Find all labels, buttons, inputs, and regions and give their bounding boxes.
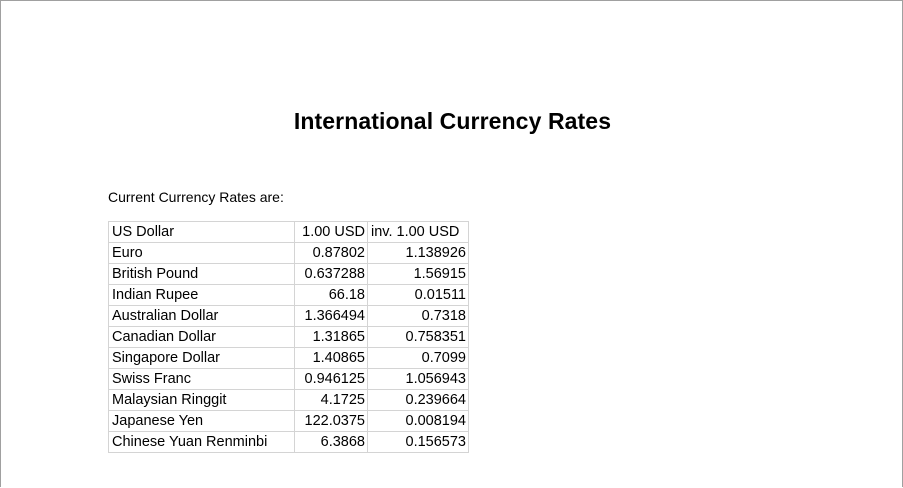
- table-row: Euro 0.87802 1.138926: [108, 242, 469, 264]
- table-row: British Pound 0.637288 1.56915: [108, 263, 469, 285]
- inverse-cell: 0.758351: [367, 326, 469, 348]
- rate-cell: 6.3868: [294, 431, 368, 453]
- currency-cell: Malaysian Ringgit: [108, 389, 295, 411]
- inverse-cell: 1.138926: [367, 242, 469, 264]
- currency-cell: Australian Dollar: [108, 305, 295, 327]
- header-inverse: inv. 1.00 USD: [367, 221, 469, 243]
- currency-cell: Canadian Dollar: [108, 326, 295, 348]
- rate-cell: 4.1725: [294, 389, 368, 411]
- inverse-cell: 0.008194: [367, 410, 469, 432]
- inverse-cell: 1.056943: [367, 368, 469, 390]
- rate-cell: 122.0375: [294, 410, 368, 432]
- inverse-cell: 0.7318: [367, 305, 469, 327]
- inverse-cell: 0.156573: [367, 431, 469, 453]
- inverse-cell: 0.7099: [367, 347, 469, 369]
- currency-cell: Japanese Yen: [108, 410, 295, 432]
- rate-cell: 0.637288: [294, 263, 368, 285]
- table-row: Singapore Dollar 1.40865 0.7099: [108, 347, 469, 369]
- currency-cell: Indian Rupee: [108, 284, 295, 306]
- table-row: Swiss Franc 0.946125 1.056943: [108, 368, 469, 390]
- currency-rates-table: US Dollar 1.00 USD inv. 1.00 USD Euro 0.…: [108, 221, 469, 453]
- table-header-row: US Dollar 1.00 USD inv. 1.00 USD: [108, 221, 469, 243]
- rate-cell: 0.946125: [294, 368, 368, 390]
- currency-cell: Swiss Franc: [108, 368, 295, 390]
- inverse-cell: 0.239664: [367, 389, 469, 411]
- intro-text: Current Currency Rates are:: [108, 189, 284, 205]
- rate-cell: 0.87802: [294, 242, 368, 264]
- header-rate: 1.00 USD: [294, 221, 368, 243]
- rate-cell: 1.40865: [294, 347, 368, 369]
- page-title: International Currency Rates: [293, 108, 612, 134]
- table-row: Japanese Yen 122.0375 0.008194: [108, 410, 469, 432]
- rate-cell: 1.31865: [294, 326, 368, 348]
- currency-cell: Euro: [108, 242, 295, 264]
- rate-cell: 1.366494: [294, 305, 368, 327]
- table-row: Malaysian Ringgit 4.1725 0.239664: [108, 389, 469, 411]
- table-row: Canadian Dollar 1.31865 0.758351: [108, 326, 469, 348]
- inverse-cell: 0.01511: [367, 284, 469, 306]
- currency-cell: Chinese Yuan Renminbi: [108, 431, 295, 453]
- inverse-cell: 1.56915: [367, 263, 469, 285]
- rate-cell: 66.18: [294, 284, 368, 306]
- currency-cell: British Pound: [108, 263, 295, 285]
- table-row: Chinese Yuan Renminbi 6.3868 0.156573: [108, 431, 469, 453]
- currency-cell: Singapore Dollar: [108, 347, 295, 369]
- header-currency: US Dollar: [108, 221, 295, 243]
- table-row: Indian Rupee 66.18 0.01511: [108, 284, 469, 306]
- document-page: International Currency Rates Current Cur…: [0, 0, 903, 487]
- table-row: Australian Dollar 1.366494 0.7318: [108, 305, 469, 327]
